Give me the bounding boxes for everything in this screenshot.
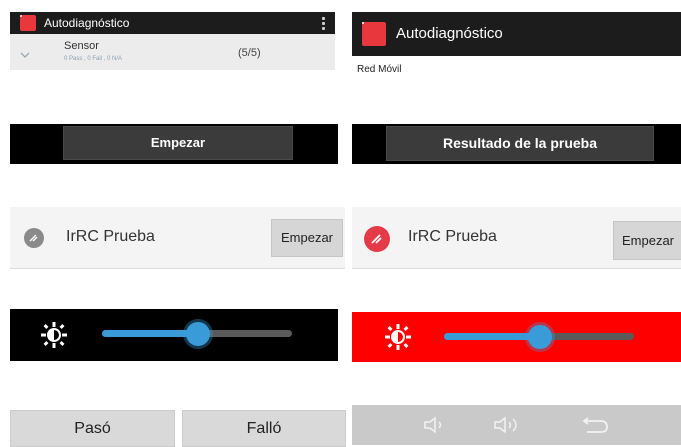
- brightness-icon: [41, 322, 67, 348]
- sensor-summary: 0 Pass , 0 Fail , 0 N/A: [64, 56, 123, 62]
- left-app-bar: Autodiagnóstico: [10, 12, 335, 34]
- left-app-icon: [20, 15, 36, 31]
- volume-down-icon[interactable]: [422, 415, 452, 435]
- right-app-bar: Autodiagnóstico: [352, 12, 681, 56]
- right-brightness-bar: [352, 312, 681, 362]
- left-start-strip: Empezar: [10, 124, 338, 164]
- right-brightness-fill: [444, 333, 539, 340]
- system-nav-bar: [352, 405, 681, 445]
- volume-up-icon[interactable]: [492, 415, 526, 435]
- test-result-button[interactable]: Resultado de la prueba: [386, 126, 654, 161]
- right-brightness-thumb[interactable]: [528, 325, 552, 349]
- fail-button[interactable]: Falló: [182, 410, 346, 447]
- left-test-start-button[interactable]: Empezar: [271, 219, 343, 257]
- right-test-label: IrRC Prueba: [408, 228, 497, 245]
- right-app-icon: [362, 22, 386, 46]
- back-icon[interactable]: [577, 415, 611, 435]
- sensor-row[interactable]: Sensor 0 Pass , 0 Fail , 0 N/A (5/5): [10, 34, 335, 70]
- left-test-row: IrRC Prueba Empezar: [10, 207, 345, 269]
- right-subtitle: Red Móvil: [357, 64, 402, 75]
- ir-remote-icon: [24, 228, 44, 248]
- right-result-strip: Resultado de la prueba: [352, 124, 681, 164]
- right-test-start-button[interactable]: Empezar: [613, 221, 681, 260]
- left-brightness-thumb[interactable]: [186, 322, 210, 346]
- start-button[interactable]: Empezar: [63, 126, 293, 160]
- ir-remote-icon: [364, 226, 390, 252]
- left-test-label: IrRC Prueba: [66, 228, 155, 245]
- brightness-icon: [385, 324, 411, 350]
- pass-button[interactable]: Pasó: [10, 410, 175, 447]
- sensor-count: (5/5): [238, 47, 261, 59]
- sensor-name: Sensor: [64, 40, 99, 52]
- chevron-down-icon: [20, 46, 30, 58]
- left-brightness-fill: [102, 330, 197, 337]
- left-app-title: Autodiagnóstico: [44, 16, 130, 30]
- right-test-row: IrRC Prueba Empezar: [352, 207, 681, 269]
- left-brightness-bar: [10, 309, 338, 361]
- right-app-title: Autodiagnóstico: [396, 25, 503, 42]
- overflow-menu-icon[interactable]: [322, 17, 325, 32]
